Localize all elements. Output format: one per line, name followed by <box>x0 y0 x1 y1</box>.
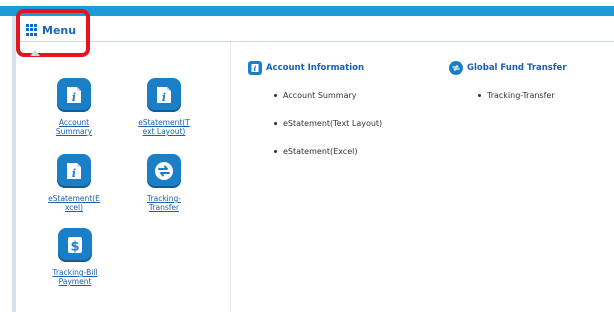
svg-text:$: $ <box>70 240 79 255</box>
tile-tracking-transfer[interactable]: Tracking- Transfer <box>140 154 188 212</box>
svg-text:i: i <box>72 167 76 180</box>
section-title-account-information: i Account Information <box>248 61 364 75</box>
dollar-icon: $ <box>58 228 92 262</box>
tile-estatement-text-layout[interactable]: i eStatement(T ext Layout) <box>128 78 200 136</box>
svg-text:i: i <box>254 64 257 73</box>
panel-divider <box>230 42 231 312</box>
bullet-dot <box>274 150 277 153</box>
info-document-icon: i <box>248 61 262 75</box>
tile-account-summary[interactable]: i Account Summary <box>52 78 96 136</box>
info-document-icon: i <box>57 154 91 188</box>
tile-label: Tracking- Transfer <box>147 194 181 212</box>
menu-highlight-box <box>16 9 90 57</box>
link-tracking-transfer[interactable]: Tracking-Transfer <box>478 91 555 100</box>
bullet-dot <box>274 122 277 125</box>
svg-text:i: i <box>72 91 76 104</box>
info-document-icon: i <box>57 78 91 112</box>
transfer-arrows-icon <box>147 154 181 188</box>
info-document-icon: i <box>147 78 181 112</box>
menu-caret <box>30 50 40 56</box>
section-title-global-fund-transfer: Global Fund Transfer <box>449 61 567 75</box>
link-estatement-excel[interactable]: eStatement(Excel) <box>274 147 357 156</box>
frame-left-border <box>12 16 16 312</box>
bullet-dot <box>274 94 277 97</box>
tile-label: eStatement(T ext Layout) <box>138 118 190 136</box>
transfer-arrows-icon <box>449 61 463 75</box>
tile-label: Tracking-Bill Payment <box>52 268 98 286</box>
tile-label: eStatement(E xcel) <box>48 194 100 212</box>
bullet-dot <box>478 94 481 97</box>
top-accent-bar <box>0 6 614 16</box>
tile-tracking-bill-payment[interactable]: $ Tracking-Bill Payment <box>44 228 106 286</box>
tile-label: Account Summary <box>55 118 93 136</box>
link-estatement-text-layout[interactable]: eStatement(Text Layout) <box>274 119 382 128</box>
link-account-summary[interactable]: Account Summary <box>274 91 357 100</box>
tile-estatement-excel[interactable]: i eStatement(E xcel) <box>40 154 108 212</box>
menu-header-strip <box>12 16 614 42</box>
svg-text:i: i <box>162 91 166 104</box>
